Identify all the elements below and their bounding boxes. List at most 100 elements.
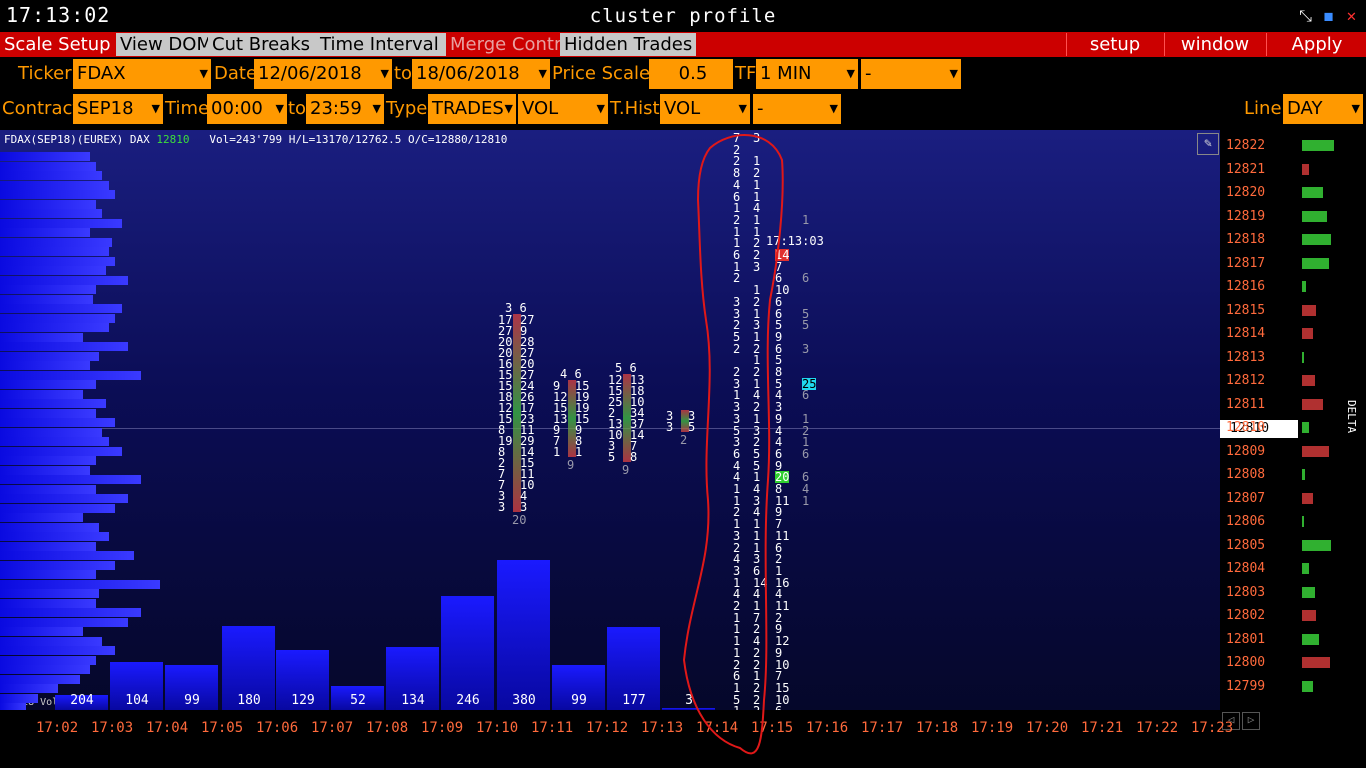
profile-bar [0, 551, 134, 560]
profile-bar [0, 541, 96, 551]
profile-bar [0, 408, 96, 418]
maximize-icon[interactable]: ◼ [1320, 7, 1337, 24]
time-from-field[interactable]: 00:00 ▼ [207, 94, 287, 124]
date-label: Date [214, 63, 258, 84]
delta-bar [1302, 657, 1330, 668]
type-select[interactable]: TRADES ▼ [428, 94, 516, 124]
profile-bar [0, 532, 109, 541]
date-to-field[interactable]: 18/06/2018 ▼ [412, 59, 550, 89]
delta-bar [1302, 304, 1316, 316]
cluster-chart[interactable]: FDAX(SEP18)(EUREX) DAX 12810 Vol=243'799… [0, 130, 1220, 710]
cluster-cell-right: 8 [630, 450, 638, 464]
line-select[interactable]: DAY ▼ [1283, 94, 1363, 124]
profile-bar [0, 560, 115, 570]
thist2-select[interactable]: - ▼ [753, 94, 841, 124]
delta-bar [1302, 586, 1315, 598]
last-col-left: 3 [733, 528, 741, 543]
profile-bar [0, 161, 96, 171]
price-tick: 12799 [1226, 678, 1266, 694]
chevron-down-icon: ▼ [199, 67, 208, 80]
time-axis: ◁ ▷ 17:02 17:03 17:04 17:05 17:06 17:07 17:08 1… [0, 710, 1366, 768]
minimize-icon[interactable]: ⤡ [1297, 7, 1314, 24]
chevron-down-icon: ▼ [380, 67, 389, 80]
time-tick: 17:08 [366, 720, 409, 736]
last-col-mid: 3 [753, 259, 761, 274]
price-tick: 12803 [1226, 584, 1266, 600]
time-tick: 17:18 [916, 720, 959, 736]
chevron-down-icon: ▼ [151, 102, 160, 115]
time-tick: 17:20 [1026, 720, 1069, 736]
profile-bar [0, 446, 122, 456]
tab-merge-contr[interactable]: Merge Contr [446, 33, 560, 56]
time-tick: 17:13 [641, 720, 684, 736]
profile-bar [0, 323, 109, 332]
chevron-down-icon: ▼ [949, 67, 958, 80]
time-tick: 17:15 [751, 720, 794, 736]
price-tick: 12810 [1226, 420, 1266, 435]
scroll-right-icon[interactable]: ▷ [1242, 712, 1260, 730]
volume-bar-label: 380 [512, 693, 536, 708]
profile-bar [0, 389, 83, 399]
profile-bar [0, 589, 99, 598]
cluster-foot: 20 [512, 513, 527, 527]
profile-bar [0, 304, 122, 313]
tab-view-dom[interactable]: View DOM [116, 33, 210, 56]
time-tick: 17:04 [146, 720, 189, 736]
profile-bar [0, 171, 102, 180]
delta-panel: DELTA [1300, 130, 1366, 710]
profile-bar [0, 180, 109, 190]
tab-time-interval[interactable]: Time Interval [316, 33, 446, 56]
profile-bar [0, 427, 102, 437]
time-to-field[interactable]: 23:59 ▼ [306, 94, 384, 124]
last-col-left: 1 [733, 645, 741, 660]
time-tick: 17:03 [91, 720, 134, 736]
cluster-cell-left: 3 [498, 500, 506, 514]
profile-bar [0, 513, 83, 522]
thist-select[interactable]: VOL ▼ [660, 94, 750, 124]
profile-bar [0, 522, 99, 532]
pencil-icon[interactable]: ✎ [1197, 133, 1219, 155]
last-col-left: 4 [733, 177, 741, 192]
profile-bar [0, 275, 128, 285]
apply-button[interactable]: Apply [1266, 33, 1366, 56]
contract-select[interactable]: SEP18 ▼ [73, 94, 163, 124]
profile-bar [0, 465, 90, 475]
profile-bar [0, 209, 102, 218]
tab-hidden-trades[interactable]: Hidden Trades [560, 33, 696, 56]
tab-scale-setup[interactable]: Scale Setup [0, 33, 116, 56]
last-col-right: 6 [775, 294, 783, 309]
tab-cut-breaks[interactable]: Cut Breaks [208, 33, 316, 56]
cluster-foot: 2 [680, 433, 688, 447]
price-tick: 12817 [1226, 255, 1266, 271]
price-axis: 12810 12822 12821 12820 12819 12818 12817 1281… [1220, 130, 1300, 710]
price-tick: 12804 [1226, 561, 1266, 576]
close-icon[interactable]: ✕ [1343, 7, 1360, 24]
delta-bar [1302, 187, 1323, 198]
ticker-select[interactable]: FDAX ▼ [73, 59, 211, 89]
ticker-label: Ticker [18, 63, 72, 84]
time-tick: 17:09 [421, 720, 464, 736]
delta-bar [1302, 492, 1313, 504]
chevron-down-icon: ▼ [829, 102, 838, 115]
last-col-side: 3 [802, 341, 810, 356]
profile-bar [0, 152, 90, 161]
setup-button[interactable]: setup [1066, 33, 1163, 56]
profile-bar [0, 218, 122, 228]
date-from-field[interactable]: 12/06/2018 ▼ [254, 59, 392, 89]
price-tick: 12811 [1226, 396, 1266, 412]
volume-bar-label: 246 [456, 693, 480, 708]
window-button[interactable]: window [1164, 33, 1265, 56]
profile-bar [0, 636, 102, 646]
profile-bar [0, 655, 96, 665]
volume-bar-label: 177 [622, 693, 646, 708]
time-tick: 17:22 [1136, 720, 1179, 736]
delta-bar [1302, 140, 1334, 151]
tf2-select[interactable]: - ▼ [861, 59, 961, 89]
delta-bar [1302, 633, 1319, 645]
price-scale-input[interactable]: 0.5 [649, 59, 733, 89]
cluster-cell-right: 1 [575, 445, 583, 459]
current-time-label: 17:13:03 [766, 234, 824, 248]
profile-bar [0, 494, 128, 503]
tf-select[interactable]: 1 MIN ▼ [756, 59, 858, 89]
type2-select[interactable]: VOL ▼ [518, 94, 608, 124]
